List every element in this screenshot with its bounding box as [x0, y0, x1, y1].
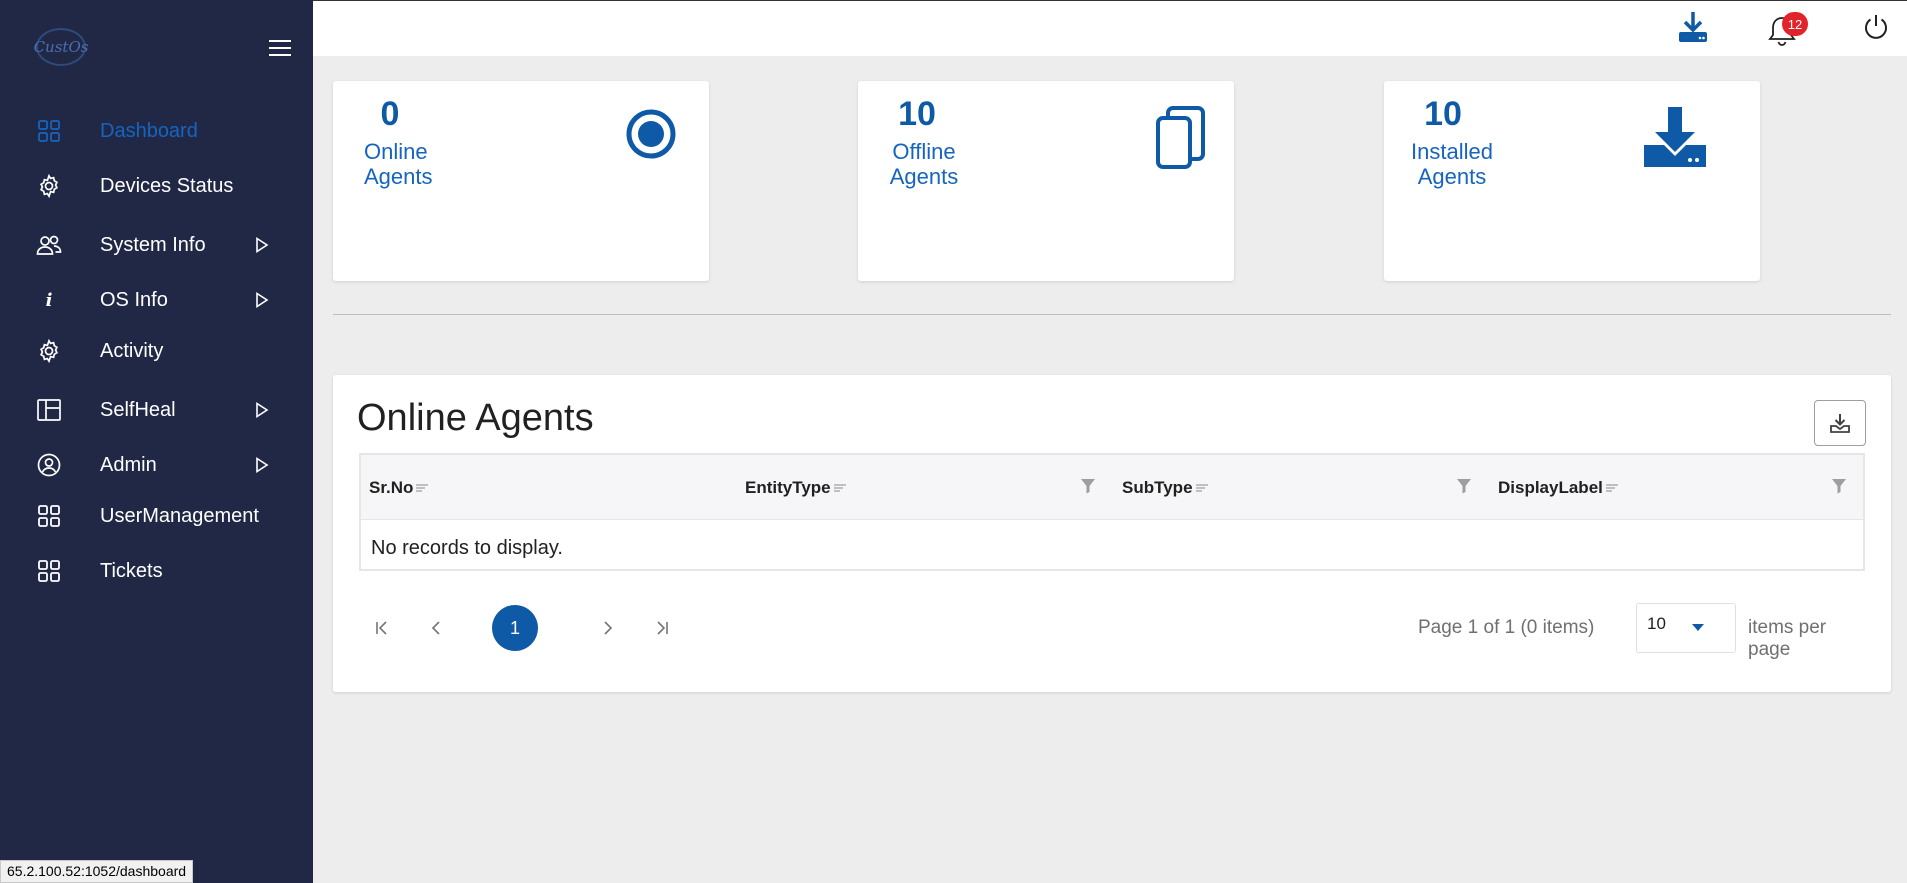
column-label: SubType: [1122, 477, 1193, 497]
app-logo[interactable]: CustOs: [33, 28, 89, 66]
copy-pages-icon: [1154, 105, 1208, 176]
last-page-icon: [657, 621, 668, 635]
layout-icon: [36, 397, 62, 423]
user-circle-icon: [36, 452, 62, 478]
sidebar-item-label: SelfHeal: [100, 398, 176, 421]
online-agents-panel: Online Agents Sr.No EntityType SubType D…: [333, 375, 1891, 692]
table-header: Sr.No EntityType SubType DisplayLabel: [361, 455, 1863, 520]
install-download-icon: [1642, 105, 1708, 174]
sort-icon: [416, 483, 429, 492]
download-icon: [1830, 414, 1850, 433]
sidebar-item-selfheal[interactable]: SelfHeal: [0, 390, 313, 430]
sidebar-item-label: UserManagement: [100, 504, 259, 527]
card-label-line1: Installed: [1411, 139, 1493, 164]
items-per-page-label: items per page: [1748, 617, 1827, 660]
card-count: 10: [898, 95, 936, 133]
chevron-right-icon: [256, 457, 269, 473]
column-header-entitytype[interactable]: EntityType: [745, 455, 847, 520]
card-online-agents[interactable]: 0 Online Agents: [333, 81, 709, 281]
empty-table-message: No records to display.: [371, 537, 563, 559]
caret-down-icon: [1692, 624, 1704, 631]
column-label: DisplayLabel: [1498, 477, 1603, 497]
page-info: Page 1 of 1 (0 items): [1418, 617, 1595, 638]
card-count: 0: [380, 95, 400, 133]
gear-icon: [36, 338, 62, 364]
sidebar-item-activity[interactable]: Activity: [0, 331, 313, 371]
browser-status-bar: 65.2.100.52:1052/dashboard: [0, 860, 194, 883]
sidebar-item-label: Activity: [100, 339, 164, 362]
next-page-button[interactable]: [584, 605, 630, 651]
card-count: 10: [1424, 95, 1462, 133]
grid-icon: [36, 118, 62, 144]
card-label-line2: Agents: [889, 164, 959, 189]
sidebar-item-label: Admin: [100, 453, 157, 476]
card-label-line2: Agents: [364, 164, 433, 189]
filter-icon[interactable]: [1455, 477, 1473, 495]
previous-page-button[interactable]: [414, 605, 460, 651]
sort-icon: [833, 483, 846, 492]
info-icon: i: [45, 289, 53, 311]
power-icon[interactable]: [1861, 12, 1895, 46]
export-button[interactable]: [1814, 400, 1866, 446]
filter-icon[interactable]: [1830, 477, 1848, 495]
notification-badge: 12: [1782, 12, 1808, 36]
sidebar-item-label: OS Info: [100, 288, 168, 311]
panel-title: Online Agents: [357, 397, 594, 439]
column-header-displaylabel[interactable]: DisplayLabel: [1498, 455, 1619, 520]
grid-icon: [36, 503, 62, 529]
chevron-right-icon: [604, 621, 613, 635]
sidebar-item-system-info[interactable]: System Info: [0, 225, 313, 265]
filter-icon[interactable]: [1079, 477, 1097, 495]
chevron-left-icon: [431, 621, 440, 635]
card-label-line1: Online: [364, 139, 428, 164]
card-label: Installed Agents: [1408, 139, 1496, 189]
sidebar-item-label: Devices Status: [100, 174, 234, 197]
top-bar: [313, 0, 1907, 56]
card-label: Online Agents: [364, 139, 433, 189]
page-size-select[interactable]: 10: [1636, 603, 1736, 653]
sidebar: CustOs Dashboard Devices Status System I…: [0, 0, 313, 883]
sidebar-item-dashboard[interactable]: Dashboard: [0, 111, 313, 151]
radio-target-icon: [625, 108, 677, 165]
column-header-subtype[interactable]: SubType: [1122, 455, 1209, 520]
sidebar-item-os-info[interactable]: i OS Info: [0, 280, 313, 320]
chevron-right-icon: [256, 237, 269, 253]
first-page-icon: [376, 621, 387, 635]
column-label: EntityType: [745, 477, 831, 497]
column-label: Sr.No: [369, 477, 414, 497]
chevron-right-icon: [256, 292, 269, 308]
users-icon: [36, 232, 62, 258]
card-installed-agents[interactable]: 10 Installed Agents: [1384, 81, 1760, 281]
card-label-line1: Offline: [892, 139, 956, 164]
grid-icon: [36, 558, 62, 584]
hamburger-menu-icon[interactable]: [269, 40, 291, 58]
pagination: 1 Page 1 of 1 (0 items) 10 items per pag…: [359, 603, 1865, 660]
sidebar-item-label: Tickets: [100, 559, 163, 582]
sidebar-item-tickets[interactable]: Tickets: [0, 551, 313, 591]
agents-table: Sr.No EntityType SubType DisplayLabel No…: [359, 453, 1865, 571]
download-icon[interactable]: [1676, 10, 1710, 44]
sidebar-item-label: Dashboard: [100, 119, 198, 142]
card-label-line2: Agents: [1417, 164, 1487, 189]
page-size-value: 10: [1647, 614, 1666, 633]
first-page-button[interactable]: [359, 605, 405, 651]
page-number-button[interactable]: 1: [492, 605, 538, 651]
sort-icon: [1605, 483, 1618, 492]
sidebar-item-admin[interactable]: Admin: [0, 445, 313, 485]
column-header-srno[interactable]: Sr.No: [369, 455, 429, 520]
sidebar-item-label: System Info: [100, 233, 206, 256]
last-page-button[interactable]: [639, 605, 685, 651]
logo-text: CustOs: [33, 38, 89, 56]
card-label: Offline Agents: [888, 139, 960, 189]
sort-icon: [1195, 483, 1208, 492]
sidebar-item-usermanagement[interactable]: UserManagement: [0, 496, 313, 536]
chevron-right-icon: [256, 402, 269, 418]
card-offline-agents[interactable]: 10 Offline Agents: [858, 81, 1234, 281]
section-divider: [333, 314, 1891, 315]
sidebar-item-devices-status[interactable]: Devices Status: [0, 166, 313, 206]
gear-icon: [36, 173, 62, 199]
